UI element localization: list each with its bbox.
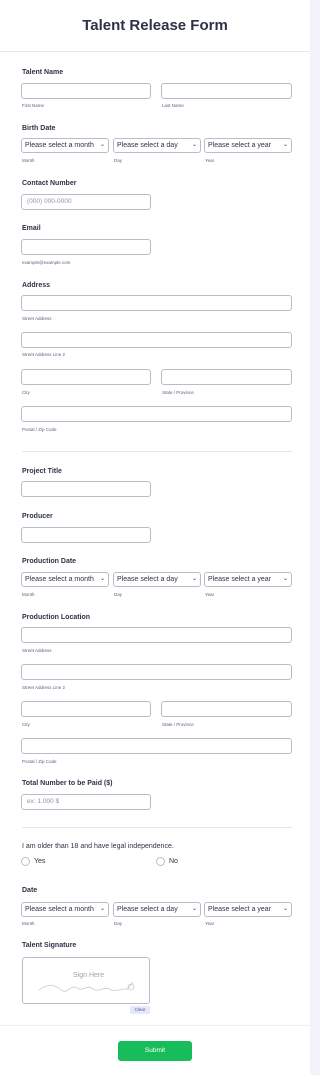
chevron-down-icon: ⌄ xyxy=(99,906,105,912)
street-address-2-input[interactable] xyxy=(21,332,292,348)
signature-pad[interactable]: Sign Here xyxy=(22,957,150,1004)
postal-code-input[interactable] xyxy=(21,406,292,422)
date-label: Date xyxy=(22,887,38,894)
producer-input[interactable] xyxy=(21,527,151,543)
street-address-input[interactable] xyxy=(21,295,292,311)
section-divider xyxy=(22,451,292,452)
location-street-2-input[interactable] xyxy=(21,664,292,680)
street-address-2-sublabel: Street Address Line 2 xyxy=(22,352,66,357)
producer-label: Producer xyxy=(22,513,53,520)
form-footer: Submit xyxy=(0,1025,310,1075)
location-state-sublabel: State / Province xyxy=(162,722,194,727)
city-sublabel: City xyxy=(22,390,30,395)
birth-date-label: Birth Date xyxy=(22,125,56,132)
birth-day-sublabel: Day xyxy=(114,158,123,163)
chevron-down-icon: ⌄ xyxy=(99,142,105,148)
production-date-label: Production Date xyxy=(22,558,77,565)
date-day-sublabel: Day xyxy=(114,921,123,926)
signature-label: Talent Signature xyxy=(22,942,77,949)
section-divider xyxy=(22,827,292,828)
birth-year-sublabel: Year xyxy=(205,158,215,163)
signature-scribble-icon xyxy=(38,981,135,992)
birth-month-sublabel: Month xyxy=(22,158,35,163)
chevron-down-icon: ⌄ xyxy=(191,576,197,582)
first-name-sublabel: First Name xyxy=(22,103,45,108)
chevron-down-icon: ⌄ xyxy=(99,576,105,582)
production-year-value: Please select a year xyxy=(208,576,272,583)
production-day-value: Please select a day xyxy=(117,576,178,583)
state-sublabel: State / Province xyxy=(162,390,194,395)
state-input[interactable] xyxy=(161,369,292,385)
date-day-select[interactable]: Please select a day ⌄ xyxy=(113,902,201,917)
first-name-input[interactable] xyxy=(21,83,151,99)
city-input[interactable] xyxy=(21,369,151,385)
no-radio-label: No xyxy=(169,858,178,865)
location-street-sublabel: Street Address xyxy=(22,648,52,653)
date-month-sublabel: Month xyxy=(22,921,35,926)
last-name-input[interactable] xyxy=(161,83,292,99)
last-name-sublabel: Last Name xyxy=(162,103,184,108)
date-year-value: Please select a year xyxy=(208,906,272,913)
date-month-select[interactable]: Please select a month ⌄ xyxy=(21,902,109,917)
email-label: Email xyxy=(22,225,41,232)
form-header: Talent Release Form xyxy=(0,0,310,52)
production-year-sublabel: Year xyxy=(205,592,215,597)
location-city-input[interactable] xyxy=(21,701,151,717)
chevron-down-icon: ⌄ xyxy=(282,142,288,148)
production-location-label: Production Location xyxy=(22,614,91,621)
project-title-input[interactable] xyxy=(21,481,151,497)
contact-number-input[interactable]: (000) 000-0000 xyxy=(21,194,151,210)
chevron-down-icon: ⌄ xyxy=(191,142,197,148)
chevron-down-icon: ⌄ xyxy=(282,906,288,912)
production-month-sublabel: Month xyxy=(22,592,35,597)
location-postal-input[interactable] xyxy=(21,738,292,754)
location-postal-sublabel: Postal / Zip Code xyxy=(22,759,57,764)
age-question-label: I am older than 18 and have legal indepe… xyxy=(22,843,174,850)
email-input[interactable] xyxy=(21,239,151,255)
chevron-down-icon: ⌄ xyxy=(282,576,288,582)
contact-number-label: Contact Number xyxy=(22,180,77,187)
total-paid-label: Total Number to be Paid ($) xyxy=(22,780,113,787)
birth-month-select[interactable]: Please select a month ⌄ xyxy=(21,138,109,153)
street-address-sublabel: Street Address xyxy=(22,316,52,321)
email-sublabel: example@example.com xyxy=(22,260,71,265)
production-month-select[interactable]: Please select a month ⌄ xyxy=(21,572,109,587)
location-state-input[interactable] xyxy=(161,701,292,717)
location-city-sublabel: City xyxy=(22,722,30,727)
date-year-sublabel: Year xyxy=(205,921,215,926)
clear-signature-button[interactable]: Clear xyxy=(130,1006,150,1014)
date-month-value: Please select a month xyxy=(25,906,94,913)
location-street-2-sublabel: Street Address Line 2 xyxy=(22,685,66,690)
address-label: Address xyxy=(22,282,51,289)
location-street-input[interactable] xyxy=(21,627,292,643)
birth-day-value: Please select a day xyxy=(117,142,178,149)
birth-year-select[interactable]: Please select a year ⌄ xyxy=(204,138,292,153)
production-year-select[interactable]: Please select a year ⌄ xyxy=(204,572,292,587)
production-day-select[interactable]: Please select a day ⌄ xyxy=(113,572,201,587)
yes-radio[interactable] xyxy=(21,857,30,866)
project-title-label: Project Title xyxy=(22,468,62,475)
yes-radio-label: Yes xyxy=(34,858,46,865)
birth-day-select[interactable]: Please select a day ⌄ xyxy=(113,138,201,153)
submit-button[interactable]: Submit xyxy=(118,1040,192,1061)
production-day-sublabel: Day xyxy=(114,592,123,597)
birth-month-value: Please select a month xyxy=(25,142,94,149)
total-paid-input[interactable]: ex: 1.000 $ xyxy=(21,794,151,810)
date-day-value: Please select a day xyxy=(117,906,178,913)
production-month-value: Please select a month xyxy=(25,576,94,583)
birth-year-value: Please select a year xyxy=(208,142,272,149)
no-radio[interactable] xyxy=(156,857,165,866)
chevron-down-icon: ⌄ xyxy=(191,906,197,912)
postal-code-sublabel: Postal / Zip Code xyxy=(22,427,57,432)
date-year-select[interactable]: Please select a year ⌄ xyxy=(204,902,292,917)
form-title: Talent Release Form xyxy=(82,17,228,34)
talent-name-label: Talent Name xyxy=(22,69,64,76)
